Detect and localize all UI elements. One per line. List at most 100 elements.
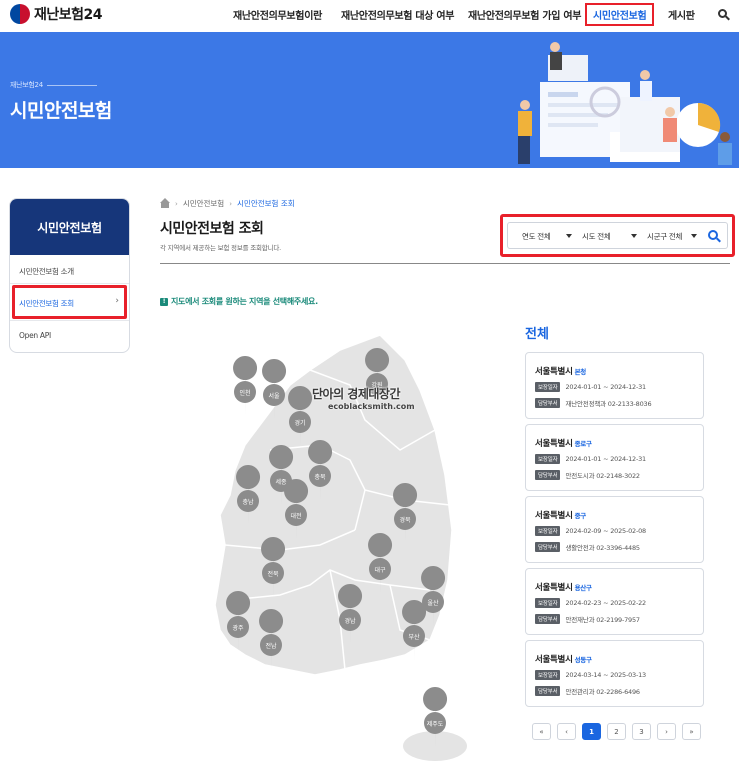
result-card[interactable]: 서울특별시 중구 보장일자 2024-02-09 ~ 2025-02-08 담당부서…: [525, 496, 704, 563]
title-divider: [160, 263, 730, 264]
card-city: 서울특별시: [535, 439, 573, 449]
card-period-row: 보장일자 2024-03-14 ~ 2025-03-13: [535, 670, 646, 680]
results-title: 전체: [525, 327, 549, 342]
site-logo[interactable]: 재난보험24: [10, 4, 103, 24]
breadcrumb-separator: ›: [175, 199, 178, 208]
svg-text:대전: 대전: [290, 512, 301, 520]
filter-highlight-box: 연도 전체 시도 전체 시군구 전체: [500, 214, 735, 257]
info-icon: !: [160, 297, 168, 306]
result-card[interactable]: 서울특별시 본청 보장일자 2024-01-01 ~ 2024-12-31 담당부서…: [525, 352, 704, 419]
card-period: 2024-02-09 ~ 2025-02-08: [565, 527, 646, 535]
card-title: 서울특별시 중구: [535, 509, 586, 521]
period-tag: 보장일자: [535, 526, 561, 536]
sidebar-item-intro[interactable]: 시민안전보험 소개: [19, 266, 74, 277]
caret-down-icon: [631, 234, 637, 238]
breadcrumb-separator: ›: [229, 199, 233, 208]
logo-text: 재난보험24: [34, 7, 103, 23]
hero-divider: [47, 85, 97, 86]
prev-page-button[interactable]: ‹: [557, 723, 576, 740]
search-button-icon[interactable]: [708, 230, 718, 240]
sigungu-select[interactable]: 시군구 전체: [647, 231, 682, 242]
nav-item-board[interactable]: 게시판: [668, 7, 695, 22]
caret-down-icon: [566, 234, 572, 238]
taegeuk-logo-icon: [10, 4, 30, 24]
card-district: 성동구: [574, 656, 592, 664]
svg-text:전북: 전북: [267, 570, 279, 578]
card-district: 종로구: [574, 440, 592, 448]
map-pin-incheon[interactable]: 인천: [233, 356, 258, 418]
result-card[interactable]: 서울특별시 용산구 보장일자 2024-02-23 ~ 2025-02-22 담당부…: [525, 568, 704, 635]
last-page-button[interactable]: »: [682, 723, 701, 740]
card-period-row: 보장일자 2024-01-01 ~ 2024-12-31: [535, 454, 646, 464]
period-tag: 보장일자: [535, 454, 561, 464]
svg-text:경남: 경남: [344, 617, 356, 625]
page-button-3[interactable]: 3: [632, 723, 651, 740]
hero-illustration: [518, 42, 732, 165]
card-dept: 생활안전과 02-3396-4485: [565, 544, 640, 552]
card-title: 서울특별시 종로구: [535, 437, 592, 449]
result-card[interactable]: 서울특별시 종로구 보장일자 2024-01-01 ~ 2024-12-31 담당부…: [525, 424, 704, 491]
chevron-right-icon: ›: [115, 296, 119, 306]
watermark-url: ecoblacksmith.com: [328, 402, 415, 411]
svg-text:충남: 충남: [242, 498, 254, 506]
dept-tag: 담당부서: [535, 470, 561, 480]
card-period: 2024-02-23 ~ 2025-02-22: [565, 599, 646, 607]
svg-text:경기: 경기: [294, 419, 305, 427]
breadcrumb-item[interactable]: 시민안전보험: [183, 198, 224, 209]
hero-banner: 재난보험24 시민안전보험: [0, 32, 739, 168]
svg-text:울산: 울산: [427, 599, 439, 607]
sido-select[interactable]: 시도 전체: [582, 231, 611, 242]
top-header: 재난보험24 재난안전의무보험이란 재난안전의무보험 대상 여부 재난안전의무보…: [0, 0, 739, 32]
card-city: 서울특별시: [535, 367, 573, 377]
svg-text:전남: 전남: [265, 642, 277, 650]
result-card[interactable]: 서울특별시 성동구 보장일자 2024-03-14 ~ 2025-03-13 담당부…: [525, 640, 704, 707]
nav-item-citizen-insurance[interactable]: 시민안전보험: [585, 3, 655, 26]
card-period-row: 보장일자 2024-02-09 ~ 2025-02-08: [535, 526, 646, 536]
hero-title: 시민안전보험: [10, 100, 112, 122]
period-tag: 보장일자: [535, 598, 561, 608]
home-icon[interactable]: [160, 197, 170, 208]
first-page-button[interactable]: «: [532, 723, 551, 740]
next-page-button[interactable]: ›: [657, 723, 676, 740]
card-city: 서울특별시: [535, 583, 573, 593]
card-dept: 안전재난과 02-2199-7957: [565, 616, 640, 624]
dept-tag: 담당부서: [535, 398, 561, 408]
svg-text:충북: 충북: [314, 473, 326, 481]
period-tag: 보장일자: [535, 670, 561, 680]
svg-text:인천: 인천: [239, 389, 250, 397]
svg-text:세종: 세종: [275, 478, 287, 486]
map-notice-text: 지도에서 조회를 원하는 지역을 선택해주세요.: [171, 297, 318, 306]
card-period: 2024-03-14 ~ 2025-03-13: [565, 671, 646, 679]
search-icon[interactable]: [718, 9, 727, 18]
svg-text:광주: 광주: [232, 625, 244, 632]
page-button-1[interactable]: 1: [582, 723, 601, 740]
sidebar-title: 시민안전보험: [10, 199, 129, 255]
dept-tag: 담당부서: [535, 614, 561, 624]
sidebar: 시민안전보험 시민안전보험 소개 시민안전보험 조회 › Open API: [9, 198, 130, 353]
sidebar-item-lookup[interactable]: 시민안전보험 조회: [19, 298, 74, 309]
card-dept-row: 담당부서 안전재난과 02-2199-7957: [535, 614, 640, 624]
sidebar-item-openapi[interactable]: Open API: [19, 331, 51, 340]
card-district: 본청: [574, 368, 587, 376]
watermark: 단아의 경제대장간 ecoblacksmith.com: [312, 385, 442, 411]
dept-tag: 담당부서: [535, 686, 561, 696]
dept-tag: 담당부서: [535, 542, 561, 552]
card-period-row: 보장일자 2024-02-23 ~ 2025-02-22: [535, 598, 646, 608]
card-dept: 안전관리과 02-2286-6496: [565, 688, 640, 696]
card-district: 용산구: [574, 584, 592, 592]
breadcrumb: › 시민안전보험 › 시민안전보험 조회: [160, 197, 295, 209]
sidebar-divider: [10, 320, 129, 321]
card-period-row: 보장일자 2024-01-01 ~ 2024-12-31: [535, 382, 646, 392]
card-city: 서울특별시: [535, 511, 573, 521]
year-select[interactable]: 연도 전체: [522, 231, 551, 242]
nav-item-target[interactable]: 재난안전의무보험 대상 여부: [341, 7, 454, 22]
card-dept: 재난안전정책과 02-2133-8036: [565, 400, 652, 408]
caret-down-icon: [691, 234, 697, 238]
nav-item-about[interactable]: 재난안전의무보험이란: [233, 7, 322, 22]
nav-item-enrollment[interactable]: 재난안전의무보험 가입 여부: [468, 7, 581, 22]
page-description: 각 지역에서 제공하는 보험 정보를 조회합니다.: [160, 244, 282, 252]
card-district: 중구: [574, 512, 587, 520]
page-button-2[interactable]: 2: [607, 723, 626, 740]
card-dept: 안전도시과 02-2148-3022: [565, 472, 640, 480]
hero-subtitle: 재난보험24: [10, 81, 43, 89]
